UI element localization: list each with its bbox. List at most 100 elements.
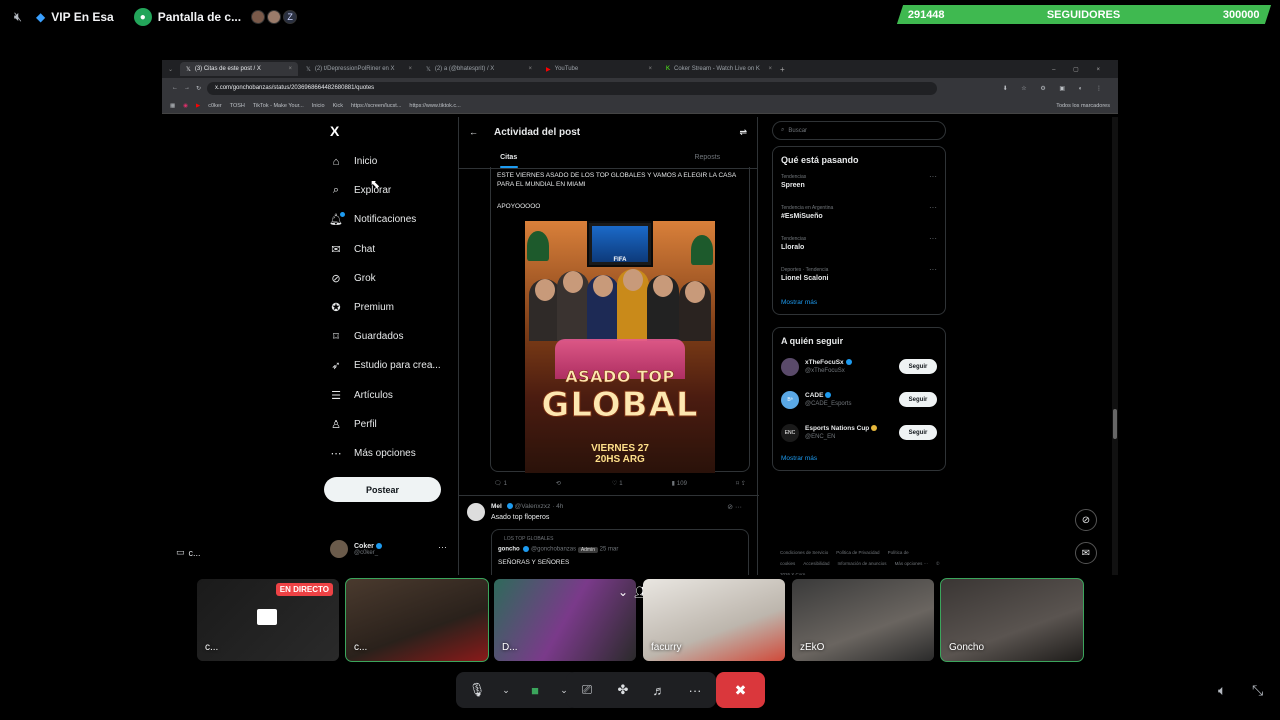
activities-icon[interactable]: ✤ (610, 677, 636, 703)
messages-fab-icon[interactable]: ✉ (1075, 542, 1097, 564)
nav-item[interactable]: ✪ Premium (330, 293, 441, 322)
footer-link[interactable]: Información de anuncios (838, 561, 887, 566)
more-icon[interactable]: ··· (682, 677, 708, 703)
close-icon[interactable]: × (288, 66, 292, 72)
footer-link[interactable]: Condiciones de Servicio (780, 550, 828, 555)
nav-item[interactable]: ➶ Estudio para crea... (330, 351, 440, 380)
more-icon[interactable]: ··· (929, 265, 937, 274)
nav-item[interactable]: ⋯ Más opciones (330, 439, 441, 468)
reload-icon[interactable]: ↻ (196, 85, 201, 92)
nav-item[interactable]: ☰ Artículos (330, 381, 441, 410)
chevron-down-icon[interactable]: ⌄ (618, 585, 628, 599)
browser-tab[interactable]: ▶ YouTube × (540, 62, 658, 76)
forward-icon[interactable]: → (184, 85, 190, 91)
reply-button[interactable]: 🗨︎ 1 (494, 480, 507, 488)
soundboard-icon[interactable]: ♬ (646, 677, 672, 703)
bookmark-item[interactable]: https://www.tiktok.c... (409, 103, 460, 109)
tab-menu-icon[interactable]: ⌄ (168, 66, 178, 73)
bookmark-item[interactable]: Kick (333, 103, 343, 109)
back-icon[interactable]: ← (172, 85, 178, 91)
stream-tile-screen[interactable]: EN DIRECTO c... (197, 579, 339, 661)
nav-item[interactable]: ♙ Perfil (330, 410, 441, 439)
suggested-account[interactable]: xTheFocuSx @xTheFocuSx Seguir (773, 350, 945, 383)
tab-reposts[interactable]: Reposts (658, 147, 757, 168)
extension-icons[interactable]: ⬇ ☆ ⚙ ▣ ◐ ⋮ (1003, 85, 1108, 92)
nav-item[interactable]: ⌑ Guardados (330, 322, 441, 351)
trend-item[interactable]: Tendencia en Argentina #EsMiSueño ··· (773, 200, 945, 231)
url-field[interactable]: x.com/gonchobanzas/status/20369686644826… (207, 81, 938, 95)
disconnect-button[interactable]: ✖ (716, 672, 765, 708)
filter-icon[interactable]: ⇌ (739, 127, 747, 138)
microphone-icon[interactable]: 🎙︎ (464, 677, 490, 703)
footer-link[interactable]: Accesibilidad (803, 561, 829, 566)
nav-item[interactable]: ⌕ Explorar (330, 176, 441, 205)
close-icon[interactable]: × (648, 66, 652, 72)
share-icon[interactable]: ⇪ (741, 480, 746, 487)
more-icon[interactable]: ··· (929, 172, 937, 181)
tab-citas[interactable]: Citas (459, 147, 558, 168)
stream-chat-label[interactable]: ▭ c... (176, 547, 201, 558)
more-icon[interactable]: ··· (929, 234, 937, 243)
footer-link[interactable]: Política de Privacidad (836, 550, 879, 555)
chevron-down-icon[interactable]: ⌄ (500, 677, 512, 703)
nav-item[interactable]: ⌂ Inicio (330, 147, 441, 176)
fullscreen-exit-icon[interactable]: ⤡ (1252, 682, 1263, 699)
back-arrow-icon[interactable]: ← (469, 127, 478, 137)
close-icon[interactable]: × (768, 66, 772, 72)
suggested-account[interactable]: ENC Esports Nations Cup @ENC_EN Seguir (773, 416, 945, 449)
stream-tile[interactable]: Goncho (940, 578, 1084, 662)
x-logo-icon[interactable]: X (330, 123, 339, 139)
trend-item[interactable]: Tendencias Lloralo ··· (773, 231, 945, 262)
voice-channel[interactable]: ◆ VIP En Esa (36, 10, 114, 24)
browser-tab[interactable]: 𝕏 (3) Citas de este post / X × (180, 62, 298, 76)
tab-middle[interactable] (558, 147, 657, 168)
close-icon[interactable]: × (528, 66, 532, 72)
scrollbar[interactable] (1112, 117, 1118, 575)
embedded-quote[interactable]: LOS TOP GLOBALES goncho @gonchobanzas Ad… (491, 529, 749, 575)
repost-button[interactable]: ⟲ (556, 480, 563, 487)
bookmark-item[interactable]: c0ker (208, 103, 221, 109)
browser-tab[interactable]: 𝕏 (2) t/DepressionPolRiner en X × (300, 62, 418, 76)
bookmark-item[interactable]: ▶ (196, 103, 200, 109)
all-bookmarks[interactable]: Todos los marcadores (1056, 103, 1110, 109)
account-switcher[interactable]: Coker @c0ker_ ··· (330, 540, 447, 558)
nav-item[interactable]: 🔔︎ Notificaciones (329, 205, 441, 234)
grok-and-more-icon[interactable]: ⊘ ··· (727, 503, 742, 511)
follow-button[interactable]: Seguir (899, 359, 937, 374)
stream-tile[interactable]: zEkO (792, 579, 934, 661)
follow-button[interactable]: Seguir (899, 392, 937, 407)
bookmark-item[interactable]: ◉ (183, 103, 188, 109)
show-more-link[interactable]: Mostrar más (773, 449, 945, 470)
stream-tile[interactable]: facurry (643, 579, 785, 661)
like-button[interactable]: ♡ 1 (612, 480, 623, 488)
views-button[interactable]: ▮ 109 (672, 480, 687, 488)
trend-item[interactable]: Deportes · Tendencia Lionel Scaloni ··· (773, 262, 945, 293)
grok-fab-icon[interactable]: ⊘ (1075, 509, 1097, 531)
screen-share-icon[interactable]: ⎚ (574, 677, 600, 703)
nav-item[interactable]: ⊘ Grok (330, 264, 441, 293)
stream-tile[interactable]: D... (494, 579, 636, 661)
close-icon[interactable]: × (408, 66, 412, 72)
speaker-muted-icon[interactable]: 🔇︎ (10, 9, 26, 25)
bookmark-item[interactable]: Inicio (312, 103, 325, 109)
follow-button[interactable]: Seguir (899, 425, 937, 440)
post-button[interactable]: Postear (324, 477, 441, 502)
search-input[interactable]: ⌕ Buscar (772, 121, 946, 140)
more-icon[interactable]: ··· (929, 203, 937, 212)
trend-item[interactable]: Tendencias Spreen ··· (773, 169, 945, 200)
bookmark-item[interactable]: https://screen/lucst... (351, 103, 401, 109)
screen-share-title[interactable]: ● Pantalla de c... (133, 8, 241, 26)
suggested-account[interactable]: Bª CADE @CADE_Esports Seguir (773, 383, 945, 416)
bookmark-button[interactable]: ⌑ ⇪ (736, 480, 746, 487)
new-tab-icon[interactable]: + (780, 65, 785, 74)
apps-icon[interactable]: ▦ (170, 103, 175, 109)
post-image[interactable]: FIFA ASADO TOP GLOBAL VIERNES 27 20HS ARG (525, 221, 715, 473)
bookmark-item[interactable]: TikTok - Make Your... (253, 103, 304, 109)
browser-tab[interactable]: K Coker Stream - Watch Live on K × (660, 62, 778, 76)
nav-item[interactable]: ✉ Chat (330, 235, 441, 264)
more-icon[interactable]: ··· (438, 542, 447, 552)
show-more-link[interactable]: Mostrar más (773, 293, 945, 314)
camera-icon[interactable]: ■ (522, 677, 548, 703)
window-controls[interactable]: – ▢ × (1052, 66, 1118, 73)
stream-tile[interactable]: c... (345, 578, 489, 662)
